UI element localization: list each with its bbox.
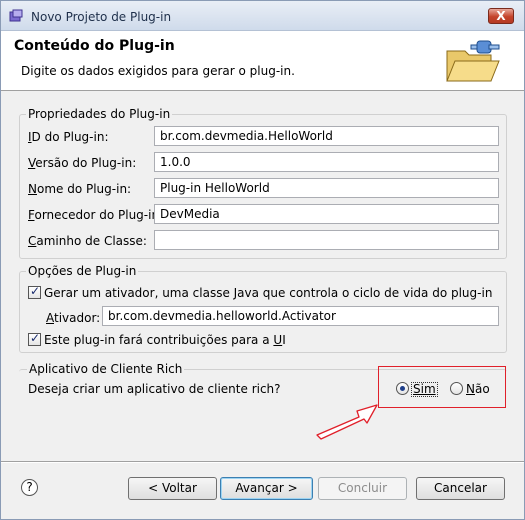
plugin-name-input[interactable]: Plug-in HelloWorld — [154, 178, 499, 198]
ui-contributions-checkbox[interactable]: ✓ — [28, 331, 41, 346]
title-bar: Novo Projeto de Plug-in X — [1, 1, 524, 31]
plugin-vendor-label: Fornecedor do Plug-in: — [28, 208, 164, 222]
close-button[interactable]: X — [488, 8, 514, 24]
properties-legend: Propriedades do Plug-in — [26, 107, 173, 121]
activator-label: Ativador: — [46, 311, 101, 325]
generate-activator-label: Gerar um ativador, uma classe Java que c… — [44, 286, 493, 300]
finish-button[interactable]: Concluir — [318, 477, 407, 500]
plugin-version-label: Versão do Plug-in: — [28, 156, 137, 170]
cancel-button[interactable]: Cancelar — [416, 477, 505, 500]
checkmark-icon: ✓ — [30, 284, 41, 298]
generate-activator-checkbox[interactable]: ✓ — [28, 284, 41, 299]
classpath-input[interactable] — [154, 230, 499, 250]
rich-client-legend: Aplicativo de Cliente Rich — [27, 362, 185, 376]
rich-client-question: Deseja criar um aplicativo de cliente ri… — [28, 382, 281, 396]
options-legend: Opções de Plug-in — [26, 264, 139, 278]
next-button[interactable]: Avançar > — [220, 477, 313, 500]
activator-input[interactable]: br.com.devmedia.helloworld.Activator — [102, 306, 499, 326]
help-icon[interactable]: ? — [21, 479, 38, 496]
page-description: Digite os dados exigidos para gerar o pl… — [21, 64, 295, 78]
footer-separator — [1, 461, 524, 463]
back-button[interactable]: < Voltar — [128, 477, 217, 500]
window-title: Novo Projeto de Plug-in — [31, 10, 172, 24]
plugin-vendor-input[interactable]: DevMedia — [154, 204, 499, 224]
arrow-annotation-icon — [316, 404, 378, 440]
classpath-label: Caminho de Classe: — [28, 234, 147, 248]
ui-contributions-label: Este plug-in fará contribuições para a U… — [44, 333, 286, 347]
plugin-folder-icon — [446, 40, 500, 82]
highlight-box — [378, 366, 506, 408]
plugin-wizard-window: Novo Projeto de Plug-in X Conteúdo do Pl… — [0, 0, 525, 520]
plugin-id-input[interactable]: br.com.devmedia.HelloWorld — [154, 126, 499, 146]
checkmark-icon: ✓ — [30, 331, 41, 345]
wizard-header: Conteúdo do Plug-in Digite os dados exig… — [1, 31, 524, 91]
page-title: Conteúdo do Plug-in — [14, 38, 175, 54]
plugin-name-label: Nome do Plug-in: — [28, 182, 132, 196]
plugin-id-label: ID do Plug-in: — [28, 130, 109, 144]
plugin-icon — [9, 9, 23, 22]
plugin-version-input[interactable]: 1.0.0 — [154, 152, 499, 172]
